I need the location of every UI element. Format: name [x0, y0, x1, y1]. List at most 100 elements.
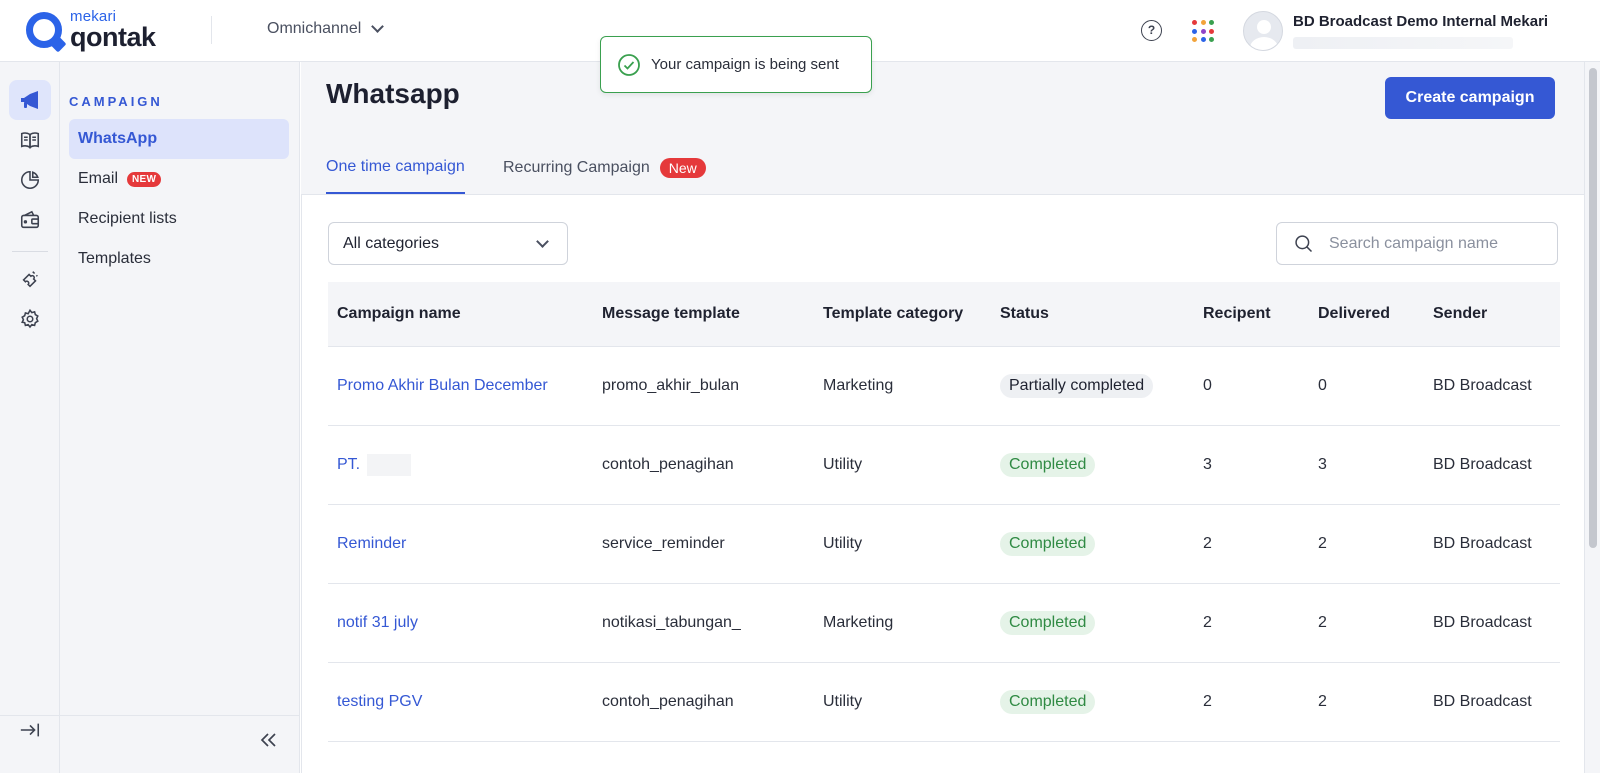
qontak-logo-mark — [26, 12, 62, 48]
wallet-icon — [20, 210, 40, 229]
book-icon — [20, 132, 40, 149]
puzzle-icon — [22, 271, 38, 288]
sidebar-item-label: Email — [78, 170, 119, 187]
table-row[interactable]: testing PGV contoh_penagihan Utility Com… — [328, 662, 1560, 742]
table-row[interactable]: Promo Akhir Bulan December promo_akhir_b… — [328, 346, 1560, 426]
campaign-table: Campaign name Message template Template … — [328, 282, 1560, 742]
campaign-tabs: One time campaign Recurring Campaign New — [301, 142, 1584, 194]
recipient-cell: 2 — [1194, 583, 1309, 663]
new-badge: New — [659, 158, 706, 178]
recipient-cell: 3 — [1194, 425, 1309, 505]
campaign-name-link[interactable]: notif 31 july — [328, 583, 593, 663]
campaign-name-link[interactable]: Reminder — [328, 504, 593, 584]
tab-label: One time campaign — [326, 158, 465, 175]
status-badge: Partially completed — [1000, 373, 1154, 398]
status-cell: Partially completed — [991, 346, 1194, 426]
workspace-dropdown[interactable]: Omnichannel — [267, 20, 385, 38]
sidebar-item-label: Templates — [78, 250, 151, 267]
delivered-cell: 3 — [1309, 425, 1424, 505]
message-template-cell: contoh_penagihan — [593, 662, 814, 742]
tab-label: Recurring Campaign — [503, 159, 650, 176]
pie-chart-icon — [21, 170, 40, 189]
redacted-block — [366, 453, 411, 476]
collapse-sidebar-button[interactable] — [256, 728, 280, 752]
success-toast: Your campaign is being sent — [600, 36, 872, 93]
logo-product: qontak — [70, 22, 156, 52]
column-header[interactable]: Campaign name — [328, 282, 593, 347]
sidebar-item-whatsapp[interactable]: WhatsApp — [69, 119, 289, 159]
template-category-cell: Utility — [814, 662, 991, 742]
expand-arrow-icon — [20, 723, 40, 737]
template-category-cell: Utility — [814, 504, 991, 584]
sidebar-footer-divider — [60, 715, 300, 716]
message-template-cell: promo_akhir_bulan — [593, 346, 814, 426]
category-filter-select[interactable]: All categories — [328, 222, 568, 265]
page-scrollbar[interactable] — [1584, 62, 1600, 773]
scrollbar-thumb[interactable] — [1589, 68, 1597, 548]
campaign-name-link[interactable]: Promo Akhir Bulan December — [328, 346, 593, 426]
tab-one-time-campaign[interactable]: One time campaign — [326, 142, 465, 194]
table-header-row: Campaign name Message template Template … — [328, 282, 1560, 347]
main-content: Whatsapp Create campaign One time campai… — [301, 62, 1584, 773]
sidebar-item-label: WhatsApp — [78, 130, 158, 147]
page-title: Whatsapp — [326, 78, 460, 109]
status-badge: Completed — [1000, 689, 1096, 714]
toast-message: Your campaign is being sent — [651, 56, 839, 73]
megaphone-icon — [21, 91, 38, 109]
sidebar-item-email[interactable]: Email NEW — [69, 159, 289, 199]
qontak-logo[interactable]: mekari qontak — [26, 9, 156, 51]
chevron-down-icon — [371, 20, 385, 33]
workspace-label: Omnichannel — [267, 20, 362, 37]
table-row[interactable]: Reminder service_reminder Utility Comple… — [328, 504, 1560, 584]
status-badge: Completed — [1000, 531, 1096, 556]
search-input[interactable] — [1329, 233, 1549, 255]
rail-campaign-button[interactable] — [9, 80, 51, 120]
apps-grid-icon[interactable] — [1192, 20, 1214, 42]
recipient-cell: 2 — [1194, 504, 1309, 584]
table-row[interactable]: PT. contoh_penagihan Utility Completed 3… — [328, 425, 1560, 505]
header-divider — [211, 16, 212, 44]
template-category-cell: Utility — [814, 425, 991, 505]
rail-wallet-button[interactable] — [9, 200, 51, 240]
rail-analytics-button[interactable] — [9, 160, 51, 200]
delivered-cell: 2 — [1309, 504, 1424, 584]
rail-settings-button[interactable] — [9, 299, 51, 339]
message-template-cell: notikasi_tabungan_ — [593, 583, 814, 663]
status-badge: Completed — [1000, 610, 1096, 635]
user-email-redacted — [1293, 37, 1513, 49]
gear-icon — [21, 308, 39, 329]
column-header[interactable]: Template category — [814, 282, 991, 347]
delivered-cell: 2 — [1309, 583, 1424, 663]
tab-recurring-campaign[interactable]: Recurring Campaign New — [503, 142, 706, 194]
help-icon[interactable]: ? — [1141, 20, 1162, 41]
rail-knowledge-button[interactable] — [9, 120, 51, 160]
campaign-name-link[interactable]: PT. — [328, 425, 593, 505]
sender-cell: BD Broadcast — [1424, 425, 1560, 505]
status-cell: Completed — [991, 662, 1194, 742]
rail-integrations-button[interactable] — [9, 259, 51, 299]
sender-cell: BD Broadcast — [1424, 346, 1560, 426]
campaign-sidebar: CAMPAIGN WhatsApp Email NEW Recipient li… — [60, 62, 300, 773]
user-name[interactable]: BD Broadcast Demo Internal Mekari — [1293, 13, 1548, 30]
message-template-cell: service_reminder — [593, 504, 814, 584]
sidebar-item-templates[interactable]: Templates — [69, 239, 289, 279]
expand-sidebar-button[interactable] — [9, 710, 51, 750]
status-badge: Completed — [1000, 452, 1096, 477]
column-header[interactable]: Recipent — [1194, 282, 1309, 347]
double-chevron-left-icon — [260, 733, 276, 747]
create-campaign-button[interactable]: Create campaign — [1385, 77, 1555, 119]
status-cell: Completed — [991, 504, 1194, 584]
column-header[interactable]: Status — [991, 282, 1194, 347]
status-cell: Completed — [991, 583, 1194, 663]
sidebar-item-recipient-lists[interactable]: Recipient lists — [69, 199, 289, 239]
avatar[interactable] — [1243, 11, 1283, 51]
column-header[interactable]: Message template — [593, 282, 814, 347]
column-header[interactable]: Sender — [1424, 282, 1560, 347]
rail-divider — [12, 251, 48, 252]
campaign-name-link[interactable]: testing PGV — [328, 662, 593, 742]
sidebar-section-title: CAMPAIGN — [69, 94, 163, 109]
campaign-list-panel: All categories Campaign name Message tem… — [301, 194, 1584, 773]
template-category-cell: Marketing — [814, 583, 991, 663]
column-header[interactable]: Delivered — [1309, 282, 1424, 347]
table-row[interactable]: notif 31 july notikasi_tabungan_ Marketi… — [328, 583, 1560, 663]
